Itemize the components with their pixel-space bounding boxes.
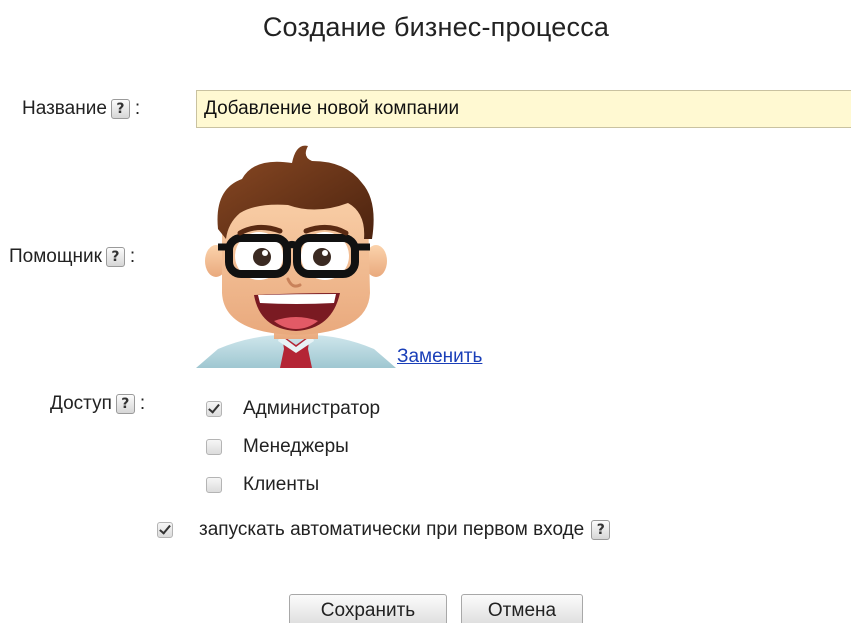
assistant-label: Помощник (9, 246, 102, 267)
name-input[interactable] (196, 90, 851, 128)
help-icon[interactable]: ? (591, 520, 611, 540)
access-option-label: Клиенты (243, 474, 320, 495)
access-label-row: Доступ ?: (50, 393, 145, 415)
assistant-label-row: Помощник ?: (9, 246, 135, 268)
help-icon[interactable]: ? (115, 394, 135, 414)
access-option-label: Менеджеры (243, 436, 349, 457)
autostart-checkbox[interactable] (157, 522, 173, 538)
name-label: Название (22, 98, 107, 119)
help-icon[interactable]: ? (110, 99, 130, 119)
access-option-managers[interactable]: Менеджеры (206, 436, 349, 458)
colon: : (139, 393, 146, 414)
replace-avatar-link[interactable]: Заменить (397, 346, 482, 368)
name-label-row: Название ?: (22, 98, 140, 120)
access-option-clients[interactable]: Клиенты (206, 474, 319, 496)
colon: : (129, 246, 136, 267)
autostart-row[interactable]: запускать автоматически при первом входе… (157, 519, 614, 541)
assistant-avatar-image[interactable] (196, 143, 396, 368)
cancel-button[interactable]: Отмена (461, 594, 583, 623)
colon: : (134, 98, 141, 119)
access-option-admin[interactable]: Администратор (206, 398, 380, 420)
checkbox-unchecked[interactable] (206, 439, 222, 455)
access-option-label: Администратор (243, 398, 381, 419)
create-business-process-form: Создание бизнес-процесса Название ?: Пом… (0, 0, 851, 623)
access-label: Доступ (50, 393, 112, 414)
save-button[interactable]: Сохранить (289, 594, 447, 623)
help-icon[interactable]: ? (105, 247, 125, 267)
page-title: Создание бизнес-процесса (262, 12, 610, 42)
checkbox-unchecked[interactable] (206, 477, 222, 493)
checkbox-checked[interactable] (206, 401, 222, 417)
autostart-label: запускать автоматически при первом входе (199, 519, 585, 540)
